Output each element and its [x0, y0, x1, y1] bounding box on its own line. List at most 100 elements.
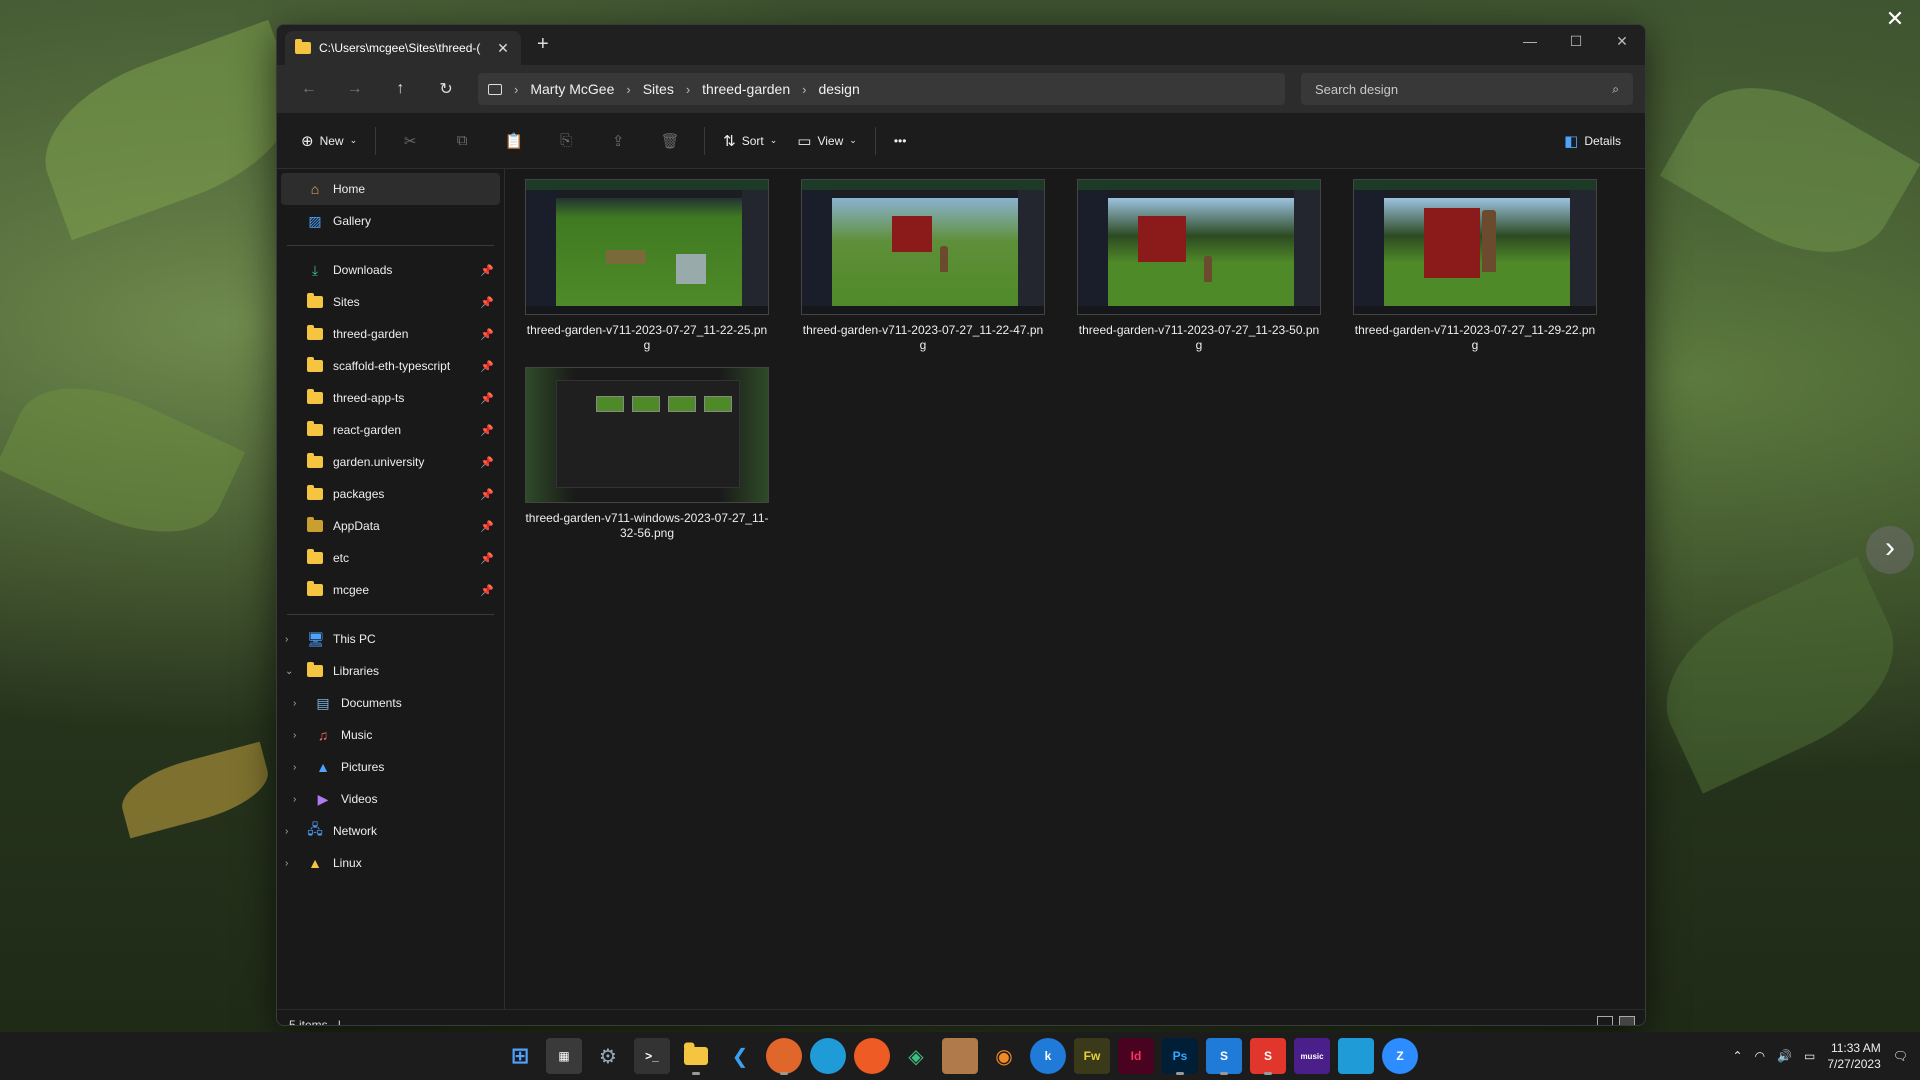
sidebar-item-pictures[interactable]: › ▲ Pictures — [277, 751, 504, 783]
rename-icon[interactable]: ⎘ — [542, 125, 590, 157]
details-view-icon[interactable] — [1597, 1016, 1613, 1025]
terminal-icon[interactable]: >_ — [634, 1038, 670, 1074]
back-button[interactable]: ← — [289, 73, 329, 105]
pin-icon[interactable]: 📌 — [480, 360, 494, 373]
details-button[interactable]: ◧ Details — [1556, 125, 1629, 157]
photoshop-icon[interactable]: Ps — [1162, 1038, 1198, 1075]
amazon-music-icon[interactable]: music — [1294, 1038, 1330, 1074]
sidebar-item-react-garden[interactable]: react-garden 📌 — [277, 414, 504, 446]
refresh-button[interactable]: ↻ — [426, 73, 466, 105]
file-item[interactable]: threed-garden-v711-2023-07-27_11-29-22.p… — [1353, 179, 1597, 353]
new-tab-button[interactable]: + — [537, 33, 549, 56]
pin-icon[interactable]: 📌 — [480, 552, 494, 565]
sidebar-item-linux[interactable]: › ▲ Linux — [277, 847, 504, 879]
sidebar-item-garden-university[interactable]: garden.university 📌 — [277, 446, 504, 478]
s-app-red-icon[interactable]: S — [1250, 1038, 1286, 1075]
delete-icon[interactable]: 🗑 — [646, 125, 694, 157]
edge-icon[interactable] — [810, 1038, 846, 1074]
chevron-right-icon[interactable]: › — [293, 730, 296, 741]
wifi-icon[interactable]: ◠ — [1755, 1049, 1765, 1063]
cut-icon[interactable]: ✂ — [386, 125, 434, 157]
git-icon[interactable]: ◈ — [898, 1038, 934, 1074]
pin-icon[interactable]: 📌 — [480, 456, 494, 469]
package-icon[interactable] — [942, 1038, 978, 1074]
file-item[interactable]: threed-garden-v711-2023-07-27_11-23-50.p… — [1077, 179, 1321, 353]
explorer-tab[interactable]: C:\Users\mcgee\Sites\threed-( ✕ — [285, 31, 521, 65]
tab-close-icon[interactable]: ✕ — [495, 40, 511, 57]
sidebar-item-mcgee[interactable]: mcgee 📌 — [277, 574, 504, 606]
chevron-right-icon[interactable]: › — [293, 762, 296, 773]
forward-button[interactable]: → — [335, 73, 375, 105]
sort-button[interactable]: ⇅ Sort ⌄ — [715, 125, 785, 157]
pin-icon[interactable]: 📌 — [480, 520, 494, 533]
settings-icon[interactable]: ⚙ — [590, 1038, 626, 1074]
paste-icon[interactable]: 📋 — [490, 125, 538, 157]
paint-icon[interactable] — [1338, 1038, 1374, 1074]
chevron-right-icon[interactable]: › — [285, 634, 288, 645]
close-button[interactable]: ✕ — [1599, 25, 1645, 57]
firefox-icon[interactable] — [766, 1038, 802, 1075]
calculator-icon[interactable]: ▦ — [546, 1038, 582, 1074]
chevron-right-icon[interactable]: › — [285, 858, 288, 869]
blender-icon[interactable]: ◉ — [986, 1038, 1022, 1074]
zoom-icon[interactable]: Z — [1382, 1038, 1418, 1074]
file-item[interactable]: threed-garden-v711-windows-2023-07-27_11… — [525, 367, 769, 541]
minimize-button[interactable]: — — [1507, 25, 1553, 57]
more-options-button[interactable]: ••• — [886, 125, 915, 157]
search-icon[interactable]: ⌕ — [1612, 82, 1619, 97]
chevron-up-icon[interactable]: ⌃ — [1733, 1049, 1743, 1063]
battery-icon[interactable]: ▭ — [1804, 1049, 1815, 1063]
postman-icon[interactable] — [854, 1038, 890, 1074]
wallpaper-close-icon[interactable]: ✕ — [1884, 8, 1906, 30]
pin-icon[interactable]: 📌 — [480, 424, 494, 437]
sidebar-item-downloads[interactable]: ⤓ Downloads 📌 — [277, 254, 504, 286]
sidebar-item-libraries[interactable]: ⌄ Libraries — [277, 655, 504, 687]
clock[interactable]: 11:33 AM 7/27/2023 — [1827, 1040, 1880, 1072]
fireworks-icon[interactable]: Fw — [1074, 1038, 1110, 1074]
pin-icon[interactable]: 📌 — [480, 264, 494, 277]
view-button[interactable]: ▭ View ⌄ — [789, 125, 865, 157]
sidebar-item-this-pc[interactable]: › 🖥 This PC — [277, 623, 504, 655]
up-button[interactable]: ↑ — [381, 73, 421, 105]
sidebar-item-music[interactable]: › ♫ Music — [277, 719, 504, 751]
copy-icon[interactable]: ⧉ — [438, 125, 486, 157]
s-app-icon[interactable]: S — [1206, 1038, 1242, 1075]
wallpaper-next-button[interactable]: › — [1866, 526, 1914, 574]
sidebar-item-threed-app-ts[interactable]: threed-app-ts 📌 — [277, 382, 504, 414]
file-explorer-icon[interactable] — [678, 1038, 714, 1075]
pin-icon[interactable]: 📌 — [480, 488, 494, 501]
sidebar-item-etc[interactable]: etc 📌 — [277, 542, 504, 574]
file-item[interactable]: threed-garden-v711-2023-07-27_11-22-47.p… — [801, 179, 1045, 353]
breadcrumb-threed-garden[interactable]: threed-garden — [702, 81, 790, 97]
search-input[interactable] — [1314, 81, 1595, 97]
pin-icon[interactable]: 📌 — [480, 392, 494, 405]
start-icon[interactable]: ⊞ — [502, 1038, 538, 1074]
pin-icon[interactable]: 📌 — [480, 328, 494, 341]
k-app-icon[interactable]: k — [1030, 1038, 1066, 1074]
pin-icon[interactable]: 📌 — [480, 584, 494, 597]
chevron-right-icon[interactable]: › — [293, 794, 296, 805]
sidebar-item-sites[interactable]: Sites 📌 — [277, 286, 504, 318]
breadcrumb-design[interactable]: design — [818, 81, 859, 97]
sidebar-item-appdata[interactable]: AppData 📌 — [277, 510, 504, 542]
sidebar-item-gallery[interactable]: ▨ Gallery — [277, 205, 504, 237]
chevron-right-icon[interactable]: › — [293, 698, 296, 709]
volume-icon[interactable]: 🔊 — [1777, 1049, 1792, 1063]
sidebar-item-documents[interactable]: › ▤ Documents — [277, 687, 504, 719]
sidebar-item-scaffold-eth-typescript[interactable]: scaffold-eth-typescript 📌 — [277, 350, 504, 382]
vscode-icon[interactable]: ❮ — [722, 1038, 758, 1074]
sidebar-item-videos[interactable]: › ▶ Videos — [277, 783, 504, 815]
sidebar-item-network[interactable]: › 🖧 Network — [277, 815, 504, 847]
new-button[interactable]: ⊕ New ⌄ — [293, 125, 365, 157]
address-bar[interactable]: › Marty McGee › Sites › threed-garden › … — [478, 73, 1285, 105]
breadcrumb-marty-mcgee[interactable]: Marty McGee — [530, 81, 614, 97]
breadcrumb-sites[interactable]: Sites — [643, 81, 674, 97]
notification-icon[interactable]: 🗨 — [1893, 1049, 1908, 1063]
sidebar-item-threed-garden[interactable]: threed-garden 📌 — [277, 318, 504, 350]
tiles-view-icon[interactable] — [1619, 1016, 1635, 1025]
chevron-down-icon[interactable]: ⌄ — [285, 666, 293, 677]
chevron-right-icon[interactable]: › — [285, 826, 288, 837]
sidebar-item-packages[interactable]: packages 📌 — [277, 478, 504, 510]
pin-icon[interactable]: 📌 — [480, 296, 494, 309]
share-icon[interactable]: ⇪ — [594, 125, 642, 157]
